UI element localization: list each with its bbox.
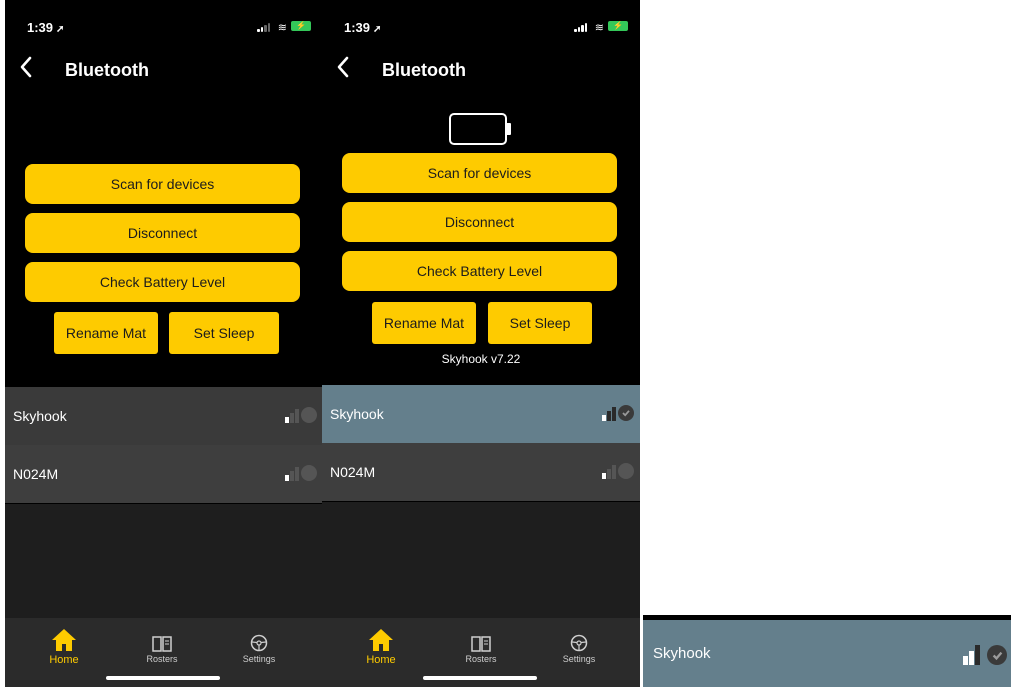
check-battery-button[interactable]: Check Battery Level (25, 262, 300, 302)
disconnect-button[interactable]: Disconnect (25, 213, 300, 253)
tab-label: Settings (242, 654, 276, 664)
signal-icon (963, 645, 981, 665)
scan-button[interactable]: Scan for devices (342, 153, 617, 193)
device-name: Skyhook (330, 406, 384, 422)
status-dot-icon (301, 465, 317, 481)
zoomed-device-row-skyhook[interactable]: Skyhook (643, 615, 1011, 687)
device-name: N024M (330, 464, 376, 480)
device-row-n024m[interactable]: N024M (5, 445, 323, 503)
connected-check-icon (618, 405, 634, 421)
steering-wheel-icon (250, 634, 268, 652)
page-title: Bluetooth (65, 60, 149, 80)
check-battery-button[interactable]: Check Battery Level (342, 251, 617, 291)
nav-bar: Bluetooth (5, 52, 323, 88)
tab-label: Home (49, 654, 79, 666)
tab-settings[interactable]: Settings (224, 626, 294, 664)
wifi-icon: ≋ (277, 22, 287, 34)
home-icon (369, 629, 393, 651)
book-icon (152, 636, 172, 652)
page-title: Bluetooth (382, 60, 466, 80)
back-button[interactable] (19, 56, 41, 84)
phone-screen-disconnected: 1:39 ➚ ≋ ⚡ Bluetooth Scan for devices Dis… (5, 0, 323, 687)
device-name: N024M (13, 466, 59, 482)
location-icon: ➚ (56, 24, 65, 35)
steering-wheel-icon (570, 634, 588, 652)
tab-label: Rosters (465, 654, 497, 664)
home-indicator (106, 676, 220, 680)
tab-home[interactable]: Home (346, 626, 416, 666)
empty-list-area (322, 502, 640, 618)
location-icon: ➚ (373, 24, 382, 35)
tab-rosters[interactable]: Rosters (446, 626, 516, 664)
signal-icon (285, 467, 299, 481)
tab-label: Home (366, 654, 396, 666)
status-bar: 1:39 ➚ ≋ ⚡ (322, 0, 640, 44)
divider (643, 615, 1011, 620)
status-time: 1:39 ➚ (27, 20, 65, 35)
tab-label: Rosters (146, 654, 178, 664)
device-name: Skyhook (653, 645, 711, 662)
home-icon (52, 629, 76, 651)
disconnect-button[interactable]: Disconnect (342, 202, 617, 242)
status-time: 1:39 ➚ (344, 20, 382, 35)
phone-screen-connected: 1:39 ➚ ≋ ⚡ Bluetooth Scan for devices Dis… (322, 0, 640, 687)
back-chevron-icon (337, 56, 349, 78)
phone-battery-icon: ⚡ (291, 21, 311, 31)
signal-icon (602, 407, 616, 421)
device-row-skyhook[interactable]: Skyhook (322, 385, 640, 443)
home-indicator (423, 676, 537, 680)
back-chevron-icon (20, 56, 32, 78)
rename-mat-button[interactable]: Rename Mat (372, 302, 476, 344)
phone-battery-icon: ⚡ (608, 21, 628, 31)
wifi-icon: ≋ (594, 22, 604, 34)
device-row-n024m[interactable]: N024M (322, 443, 640, 501)
status-dot-icon (618, 463, 634, 479)
empty-list-area (5, 504, 323, 618)
book-icon (471, 636, 491, 652)
status-dot-icon (301, 407, 317, 423)
tab-settings[interactable]: Settings (544, 626, 614, 664)
set-sleep-button[interactable]: Set Sleep (169, 312, 279, 354)
tab-label: Settings (562, 654, 596, 664)
status-bar: 1:39 ➚ ≋ ⚡ (5, 0, 323, 44)
signal-icon (285, 409, 299, 423)
cell-signal-icon (574, 22, 588, 32)
set-sleep-button[interactable]: Set Sleep (488, 302, 592, 344)
cell-signal-icon (257, 22, 271, 32)
rename-mat-button[interactable]: Rename Mat (54, 312, 158, 354)
device-name: Skyhook (13, 408, 67, 424)
back-button[interactable] (336, 56, 358, 84)
device-row-skyhook[interactable]: Skyhook (5, 387, 323, 445)
tab-home[interactable]: Home (29, 626, 99, 666)
tab-rosters[interactable]: Rosters (127, 626, 197, 664)
firmware-version: Skyhook v7.22 (441, 352, 521, 366)
scan-button[interactable]: Scan for devices (25, 164, 300, 204)
signal-icon (602, 465, 616, 479)
connected-check-icon (987, 645, 1007, 665)
battery-empty-icon (449, 113, 511, 145)
nav-bar: Bluetooth (322, 52, 640, 88)
